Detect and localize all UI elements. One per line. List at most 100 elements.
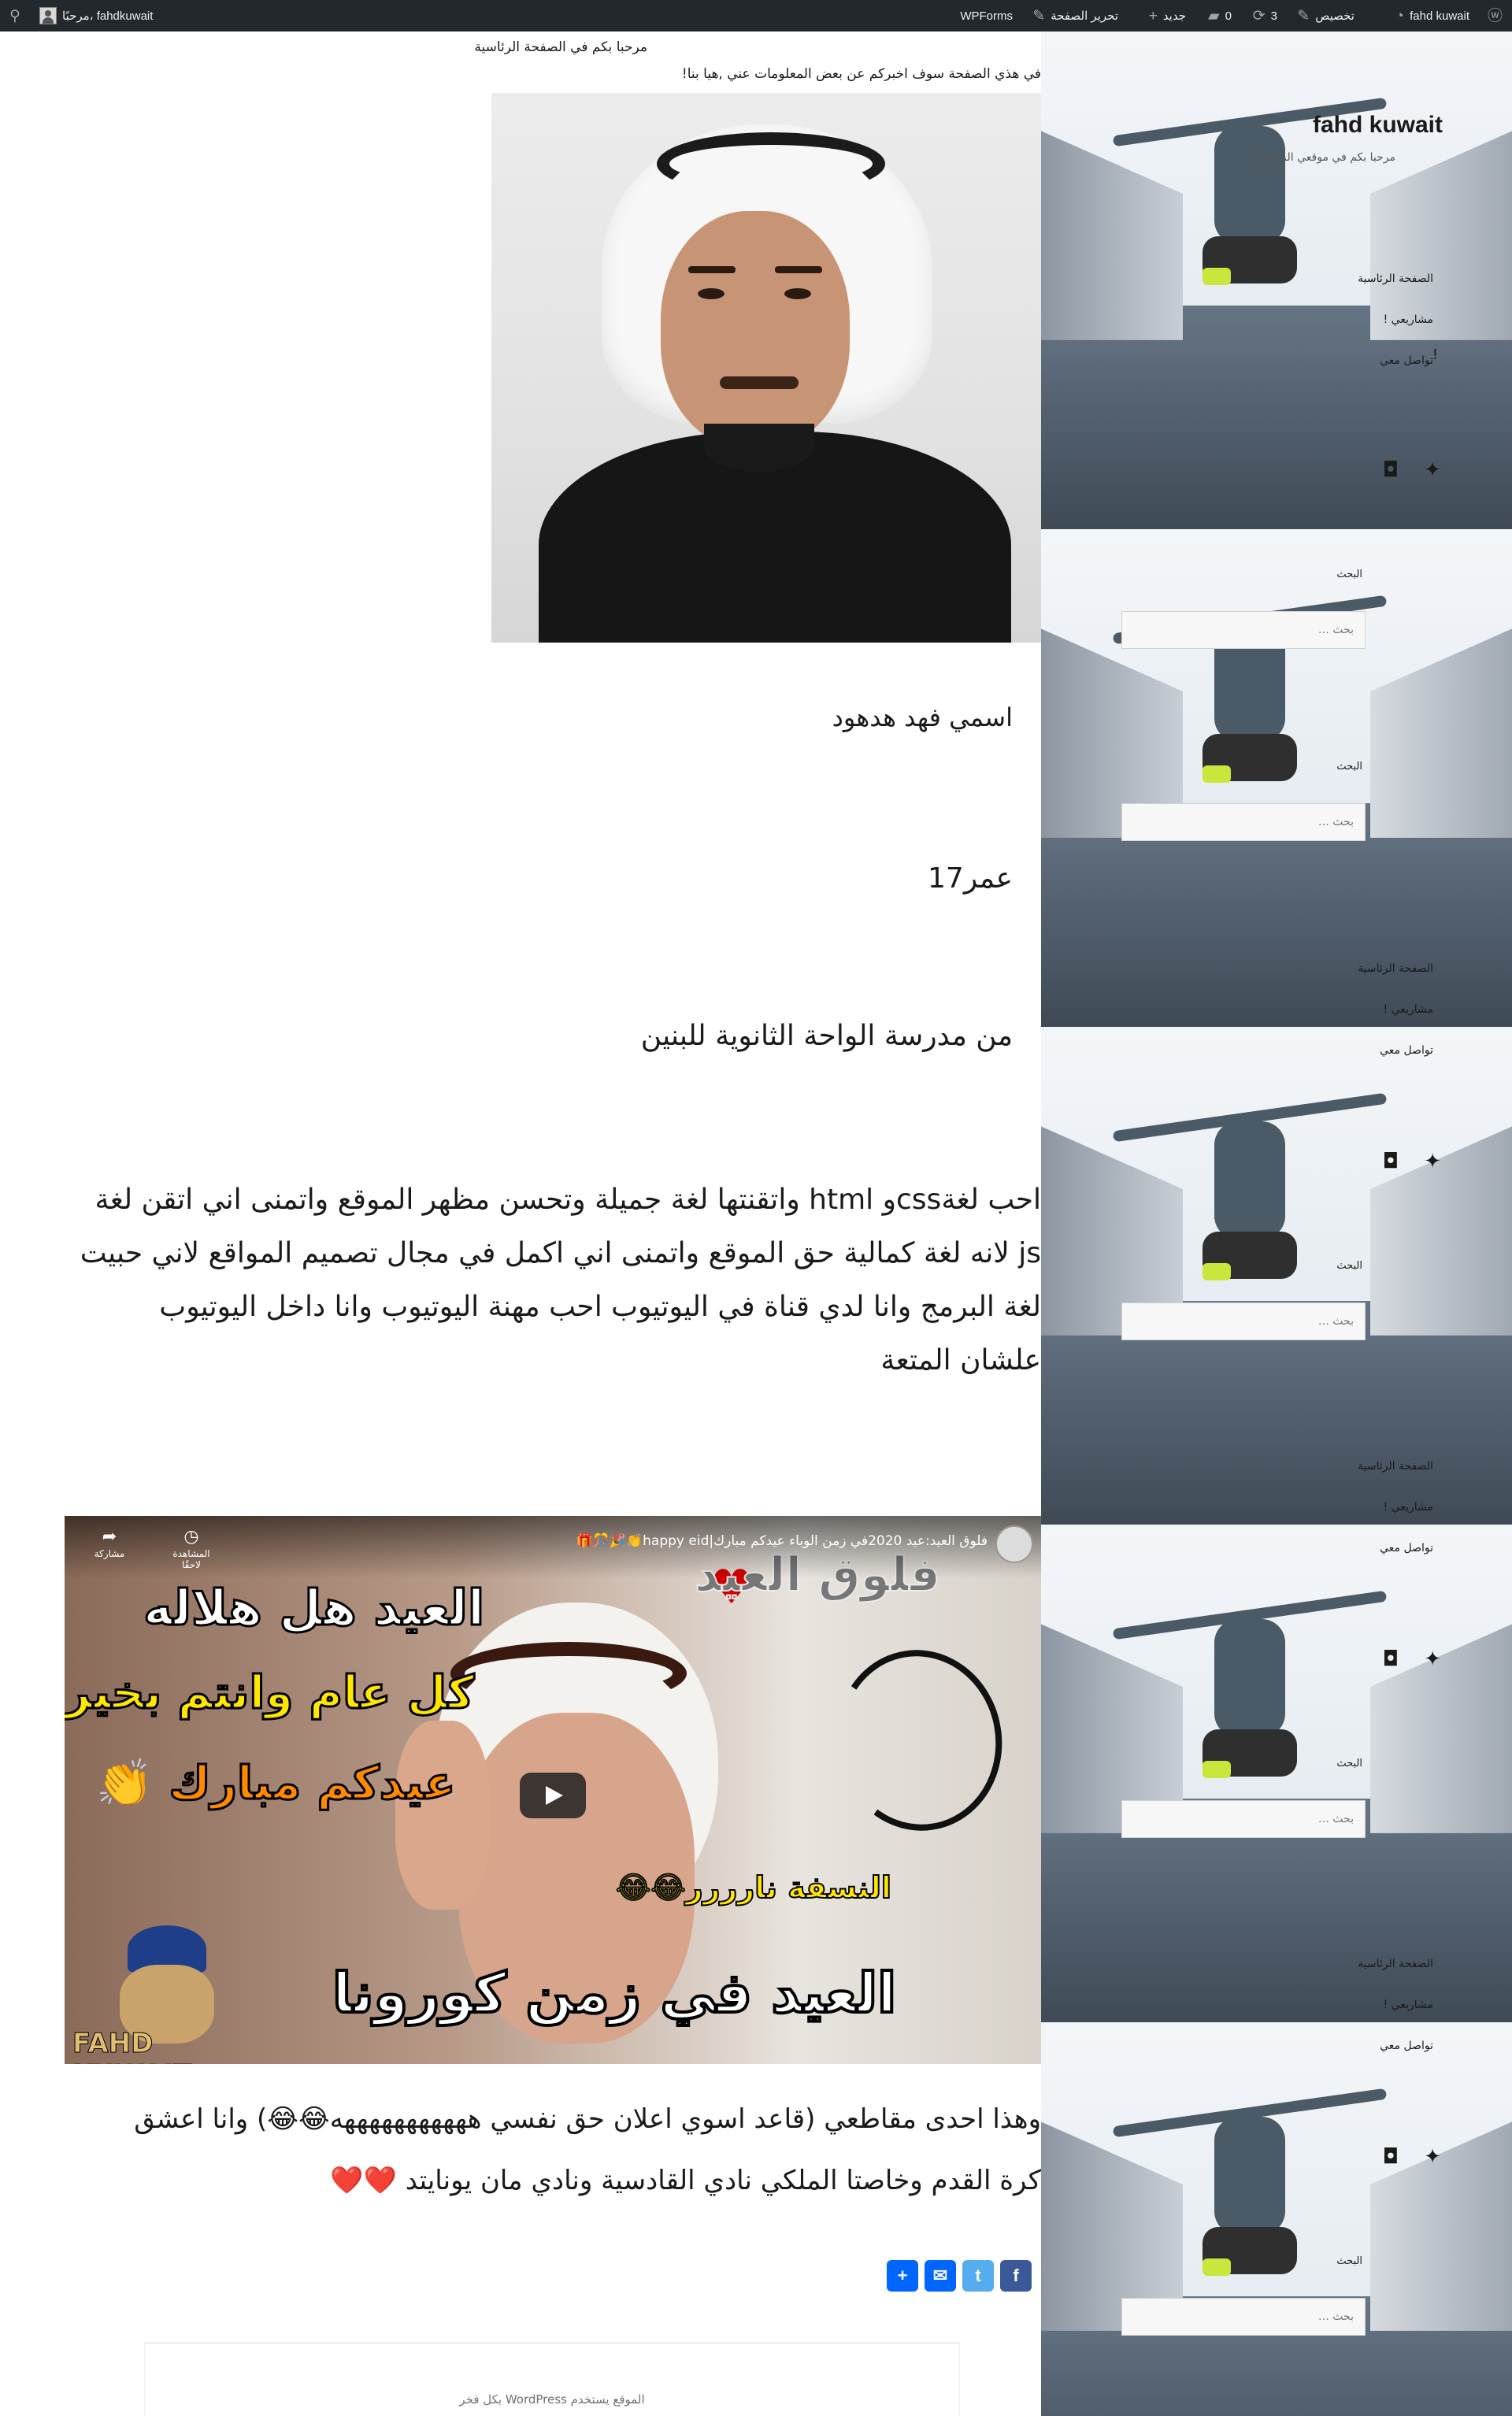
youtube-embed[interactable]: ♥ فلوق العيد العيد هل هلاله كل عام وانتم…	[65, 1516, 1041, 2064]
account-greeting: مرحبًا، fahdkuwait	[62, 9, 154, 23]
plus-icon: +	[1148, 7, 1158, 24]
add-to-any-button[interactable]: +	[887, 2260, 918, 2292]
twitter-icon[interactable]: ✦	[1424, 1151, 1441, 1172]
page-content: مرحبا بكم في الصفحة الرئاسية في هذي الصف…	[0, 31, 1041, 2416]
search-widget-title: البحث	[1336, 761, 1362, 773]
account-menu[interactable]: مرحبًا، fahdkuwait	[39, 0, 153, 31]
comments-count: 0	[1225, 9, 1232, 23]
customize-label: تخصيص	[1315, 9, 1354, 23]
twitter-icon[interactable]: ✦	[1424, 460, 1441, 480]
clock-icon: ◷	[183, 1527, 199, 1547]
thumbnail-text-eid: العيد هل هلاله	[142, 1578, 485, 1638]
comments-menu[interactable]: ▰ 0	[1208, 0, 1232, 31]
search-widget-title: البحث	[1336, 1758, 1362, 1769]
menu-item-projects[interactable]: مشاريعي !	[1260, 1487, 1433, 1528]
thumbnail-text-mubarak: عيدكم مبارك 👏	[95, 1755, 458, 1811]
search-widget-title: البحث	[1336, 2255, 1362, 2267]
plus-icon: +	[897, 2266, 908, 2285]
video-title-link[interactable]: فلوق العيد:عيد 2020في زمن الوباء عيدكم م…	[576, 1533, 988, 1549]
menu-item-home[interactable]: الصفحة الرئاسية	[1260, 258, 1433, 299]
video-caption-paragraph: وهذا احدى مقاطعي (قاعد اسوي اعلان حق نفس…	[134, 2103, 1041, 2196]
search-icon: ⚲	[9, 7, 20, 24]
search-input[interactable]	[1121, 2298, 1366, 2336]
brush-icon: ✎	[1297, 7, 1310, 24]
site-name-label: fahd kuwait	[1410, 9, 1469, 23]
avatar	[39, 7, 57, 24]
channel-avatar[interactable]	[995, 1525, 1033, 1563]
footer-credit-link[interactable]: الموقع يستخدم WordPress بكل فخر	[145, 2392, 959, 2407]
sidebar: fahd kuwait مرحبا بكم في موقعي الرسمي ال…	[1041, 31, 1512, 2416]
facebook-share-button[interactable]: f	[1000, 2260, 1032, 2292]
twitter-icon[interactable]: ✦	[1424, 1649, 1441, 1669]
email-share-button[interactable]: ✉	[925, 2260, 956, 2292]
profile-photo	[491, 93, 1041, 643]
primary-menu: الصفحة الرئاسية مشاريعي ! تواصل معي	[1260, 948, 1433, 1071]
twitter-share-button[interactable]: t	[962, 2260, 994, 2292]
share-video-label: مشاركة	[94, 1548, 125, 1559]
pencil-icon: ✎	[1032, 7, 1046, 24]
search-toggle[interactable]: ⚲	[9, 0, 20, 31]
thumbnail-text-nasfa: النسفة نارررر😂😂	[615, 1869, 892, 1906]
facebook-icon: f	[1013, 2266, 1019, 2285]
menu-item-home[interactable]: الصفحة الرئاسية	[1260, 1944, 1433, 1984]
share-video-button[interactable]: ➦ مشاركة	[82, 1527, 137, 1559]
menu-item-home[interactable]: الصفحة الرئاسية	[1260, 948, 1433, 989]
primary-menu: الصفحة الرئاسية مشاريعي ! تواصل معي	[1260, 258, 1433, 381]
search-input[interactable]	[1121, 611, 1366, 649]
menu-item-projects[interactable]: مشاريعي !	[1260, 1984, 1433, 2025]
watch-later-label: المشاهدة لاحقًا	[172, 1548, 210, 1570]
primary-menu: الصفحة الرئاسية مشاريعي ! تواصل معي	[1260, 1944, 1433, 2066]
instagram-icon[interactable]: ◘	[1383, 460, 1399, 480]
instagram-icon[interactable]: ◘	[1383, 2147, 1399, 2167]
primary-menu: الصفحة الرئاسية مشاريعي ! تواصل معي	[1260, 1446, 1433, 1569]
channel-logo-text: FAHD KUWAIT	[72, 2028, 193, 2065]
admin-bar: ⓦ ◔ fahd kuwait ✎ تخصيص ⟳ 3 ▰ 0 + جديد ✎…	[0, 0, 1512, 31]
updates-count: 3	[1270, 9, 1277, 23]
menu-item-contact[interactable]: تواصل معي	[1260, 1528, 1433, 1569]
site-name-menu[interactable]: ◔ fahd kuwait	[1395, 0, 1469, 31]
menu-item-projects[interactable]: مشاريعي !	[1260, 299, 1433, 340]
menu-item-contact[interactable]: تواصل معي	[1260, 340, 1433, 381]
watch-later-button[interactable]: ◷ المشاهدة لاحقًا	[164, 1527, 219, 1570]
menu-item-projects[interactable]: مشاريعي !	[1260, 989, 1433, 1030]
search-widget-title: البحث	[1336, 569, 1362, 580]
sidebar-background-tile	[1041, 2022, 1512, 2416]
play-button[interactable]	[520, 1773, 586, 1818]
thumbnail-text-corona: العيد في زمن كورونا	[331, 1959, 898, 2027]
site-title-link[interactable]: fahd kuwait	[1313, 112, 1443, 139]
share-arrow-icon: ➦	[102, 1527, 117, 1547]
customize-menu[interactable]: ✎ تخصيص	[1297, 0, 1354, 31]
search-input[interactable]	[1121, 803, 1366, 841]
about-paragraph: احب لغةcssو html واتقنتها لغة جميلة وتحس…	[80, 1184, 1041, 1377]
instagram-icon[interactable]: ◘	[1383, 1151, 1399, 1172]
submenu-toggle-icon[interactable]: !	[1432, 346, 1438, 363]
new-content-label: جديد	[1162, 9, 1186, 23]
edit-page-label: تحرير الصفحة	[1051, 9, 1118, 23]
search-input[interactable]	[1121, 1800, 1366, 1838]
new-content-menu[interactable]: + جديد	[1149, 0, 1186, 31]
menu-item-contact[interactable]: تواصل معي	[1260, 2025, 1433, 2066]
wordpress-icon: ⓦ	[1487, 7, 1503, 24]
social-links: ◘ ✦	[1383, 1151, 1441, 1172]
thumbnail-text-greeting: كل عام وانتم بخير	[65, 1665, 476, 1721]
wpforms-menu[interactable]: WPForms	[960, 0, 1013, 31]
social-links: ◘ ✦	[1383, 2147, 1441, 2167]
channel-logo: FAHD KUWAIT	[65, 1925, 269, 2064]
twitter-icon[interactable]: ✦	[1424, 2147, 1441, 2167]
intro-heading: مرحبا بكم في الصفحة الرئاسية	[474, 39, 647, 55]
menu-item-home[interactable]: الصفحة الرئاسية	[1260, 1446, 1433, 1487]
site-description: مرحبا بكم في موقعي الرسمي	[1256, 151, 1395, 164]
wordpress-menu[interactable]: ⓦ	[1488, 0, 1503, 31]
name-text: اسمي فهد هدهود	[832, 702, 1013, 732]
menu-item-contact[interactable]: تواصل معي	[1260, 1030, 1433, 1071]
edit-page-menu[interactable]: ✎ تحرير الصفحة	[1032, 0, 1118, 31]
search-widget-title: البحث	[1336, 1260, 1362, 1272]
share-buttons: + ✉ t f	[887, 2260, 1032, 2292]
updates-menu[interactable]: ⟳ 3	[1253, 0, 1277, 31]
dashboard-icon: ◔	[1395, 7, 1405, 24]
school-text: من مدرسة الواحة الثانوية للبنين	[640, 1020, 1013, 1052]
instagram-icon[interactable]: ◘	[1383, 1649, 1399, 1669]
search-input[interactable]	[1121, 1302, 1366, 1340]
age-text: عمر17	[928, 862, 1013, 895]
comment-icon: ▰	[1208, 7, 1220, 24]
